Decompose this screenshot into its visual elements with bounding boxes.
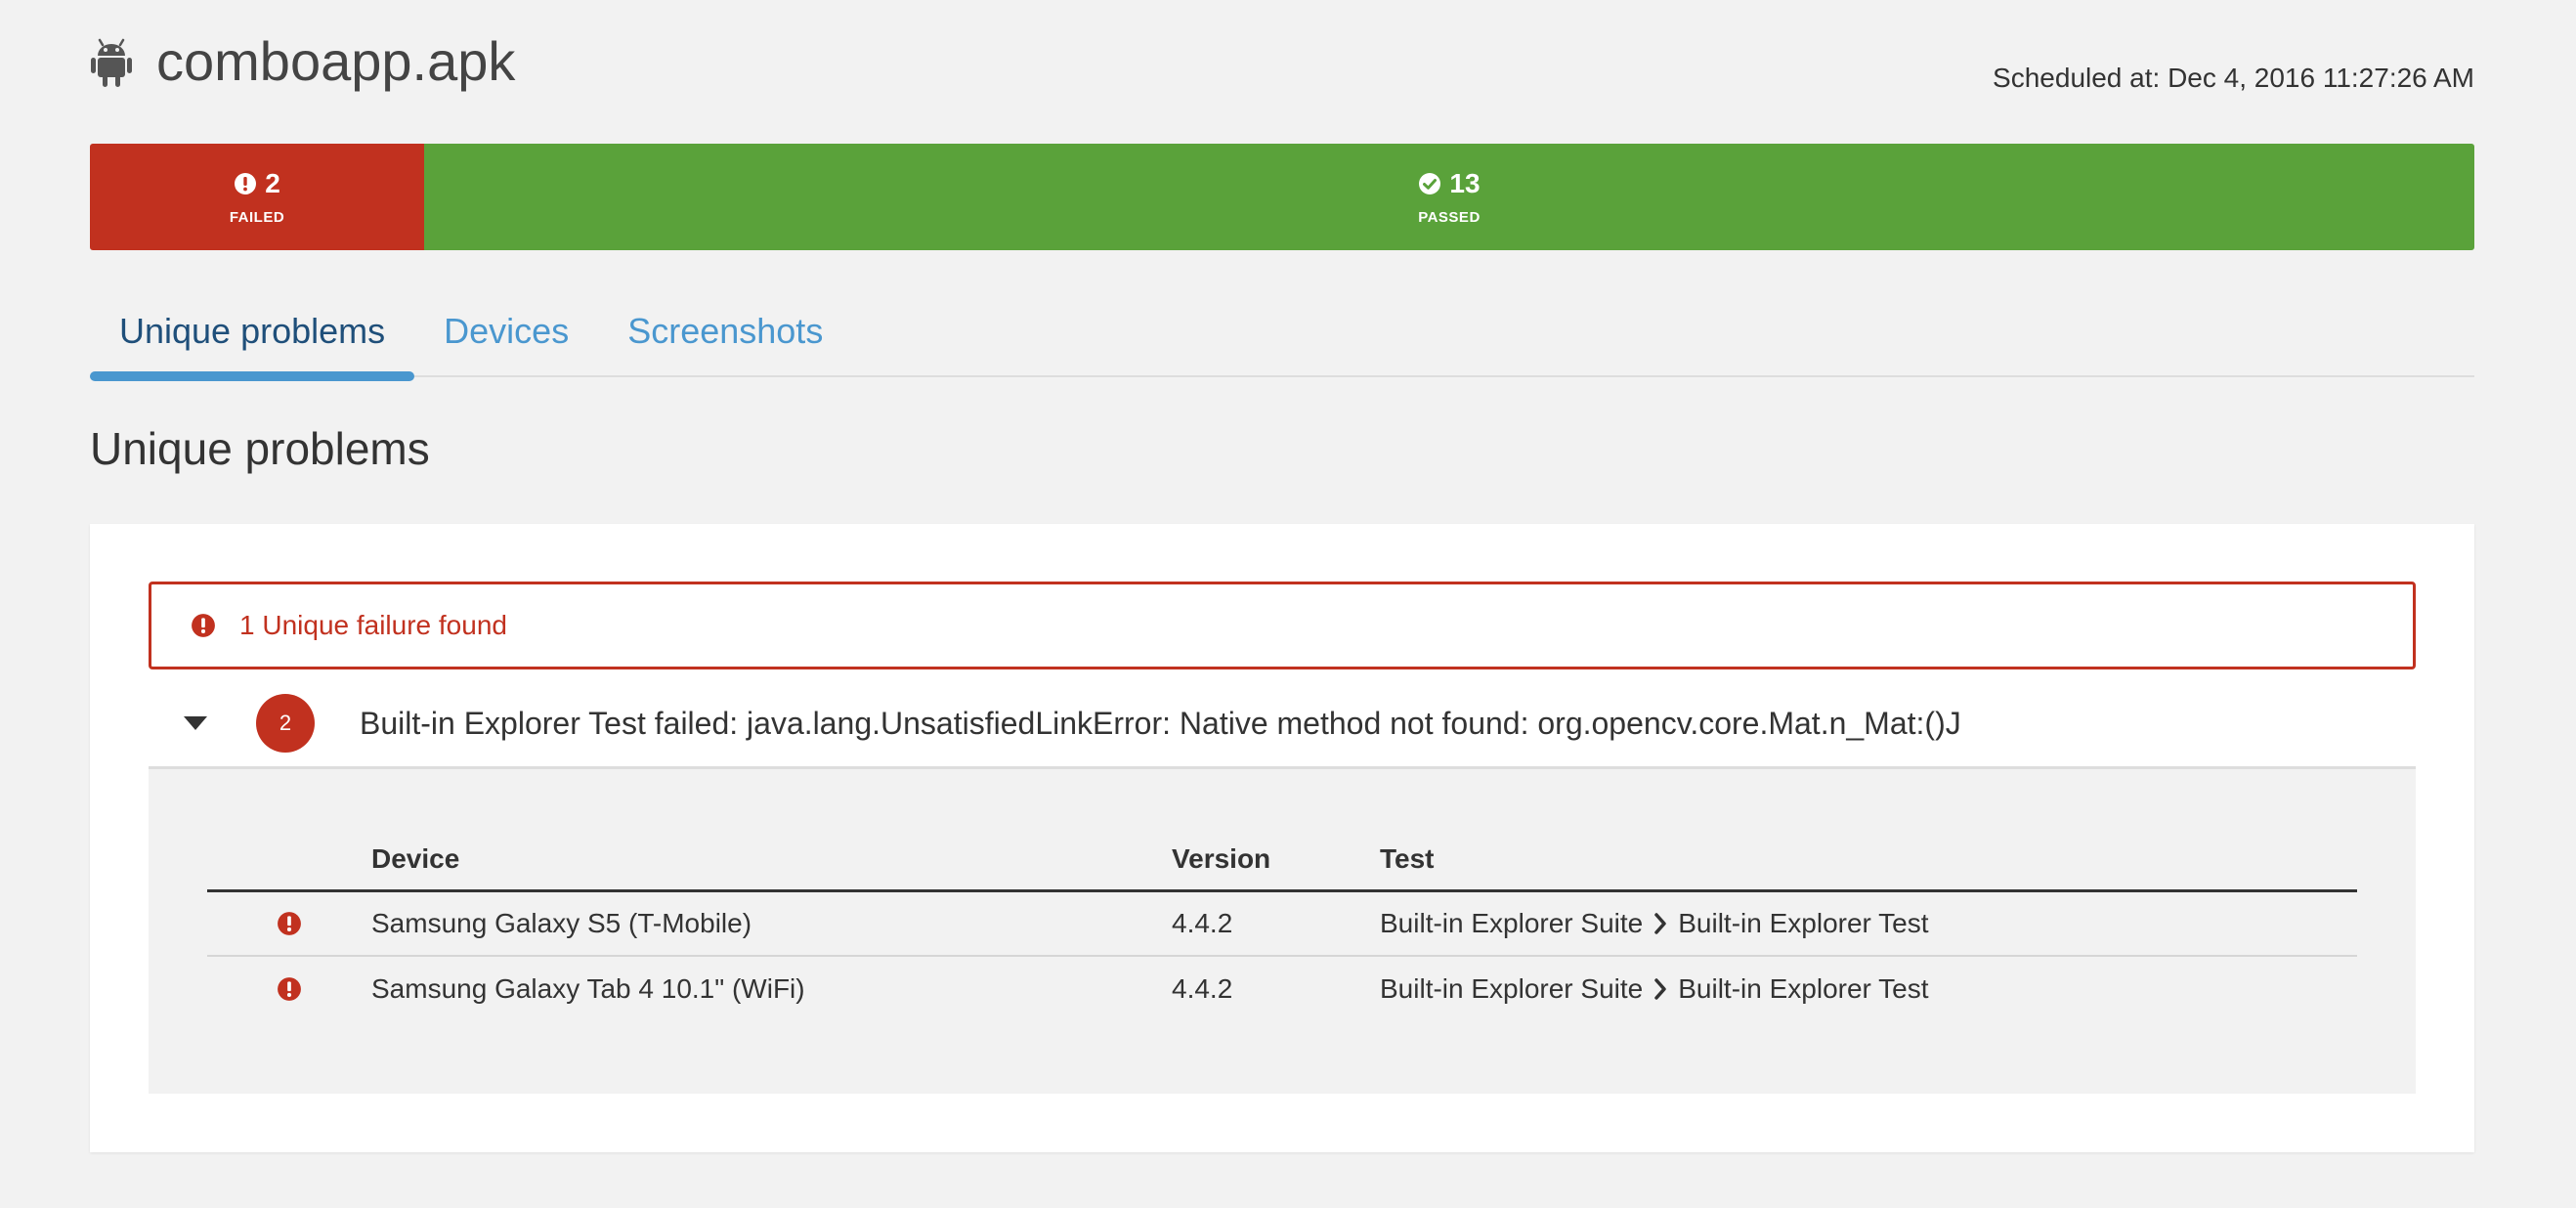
app-title: comboapp.apk: [156, 30, 516, 92]
test-name: Built-in Explorer Test: [1678, 908, 1929, 938]
device-cell: Samsung Galaxy S5 (T-Mobile): [371, 908, 752, 938]
check-circle-icon: [1419, 173, 1441, 194]
column-header-version: Version: [1172, 842, 1271, 874]
passed-segment[interactable]: 13 PASSED: [424, 144, 2474, 250]
tab-unique-problems[interactable]: Unique problems: [90, 293, 415, 381]
android-icon: [91, 38, 132, 87]
failure-alert: 1 Unique failure found: [149, 582, 2416, 669]
scheduled-time: Scheduled at: Dec 4, 2016 11:27:26 AM: [1993, 63, 2474, 93]
test-cell: Built-in Explorer Suite Built-in Explore…: [1380, 908, 2357, 939]
failed-count-value: 2: [265, 168, 280, 198]
column-header-test: Test: [1380, 842, 1435, 874]
table-row[interactable]: Samsung Galaxy Tab 4 10.1" (WiFi) 4.4.2 …: [207, 957, 2357, 1021]
test-name: Built-in Explorer Test: [1678, 973, 1929, 1004]
test-cell: Built-in Explorer Suite Built-in Explore…: [1380, 973, 2357, 1005]
exclamation-circle-icon: [278, 912, 301, 935]
exclamation-circle-icon: [235, 173, 257, 194]
column-header-device: Device: [371, 842, 460, 874]
section-title: Unique problems: [90, 423, 430, 474]
exclamation-circle-icon: [192, 614, 215, 637]
chevron-right-icon: [1654, 978, 1666, 1000]
table-row[interactable]: Samsung Galaxy S5 (T-Mobile) 4.4.2 Built…: [207, 892, 2357, 957]
version-cell: 4.4.2: [1172, 973, 1233, 1004]
device-cell: Samsung Galaxy Tab 4 10.1" (WiFi): [371, 973, 805, 1004]
suite-name: Built-in Explorer Suite: [1380, 973, 1644, 1004]
failed-segment[interactable]: 2 FAILED: [90, 144, 424, 250]
failed-label: FAILED: [229, 209, 285, 226]
row-status: [207, 911, 371, 936]
app-header: comboapp.apk: [90, 29, 515, 93]
version-cell: 4.4.2: [1172, 908, 1233, 938]
problems-card: 1 Unique failure found 2 Built-in Explor…: [90, 524, 2474, 1152]
caret-down-icon[interactable]: [180, 713, 211, 733]
table-header: Device Version Test: [207, 828, 2357, 892]
passed-count-value: 13: [1449, 168, 1481, 198]
problem-details: Device Version Test Samsung Galaxy S5 (T…: [149, 769, 2416, 1094]
details-table: Device Version Test Samsung Galaxy S5 (T…: [207, 828, 2357, 1021]
problem-text: Built-in Explorer Test failed: java.lang…: [360, 705, 1961, 741]
status-bar: 2 FAILED 13 PASSED: [90, 144, 2474, 250]
tab-devices[interactable]: Devices: [414, 293, 598, 377]
page: comboapp.apk Scheduled at: Dec 4, 2016 1…: [0, 0, 2576, 1208]
suite-name: Built-in Explorer Suite: [1380, 908, 1644, 938]
problem-row[interactable]: 2 Built-in Explorer Test failed: java.la…: [149, 680, 2416, 769]
alert-text: 1 Unique failure found: [239, 610, 507, 640]
occurrence-count-badge: 2: [256, 694, 315, 753]
tab-screenshots[interactable]: Screenshots: [598, 293, 852, 377]
row-status: [207, 976, 371, 1002]
tab-bar: Unique problems Devices Screenshots: [90, 293, 2474, 381]
chevron-right-icon: [1654, 913, 1666, 934]
failed-count: 2: [234, 168, 280, 199]
passed-count: 13: [1418, 168, 1481, 199]
passed-label: PASSED: [1418, 209, 1481, 226]
exclamation-circle-icon: [278, 977, 301, 1001]
